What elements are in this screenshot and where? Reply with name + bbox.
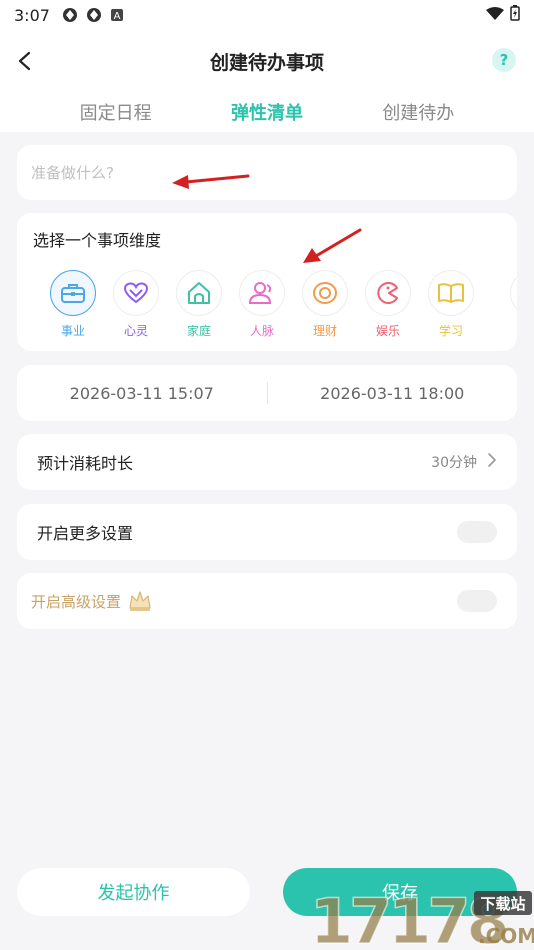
dimension-label: 娱乐	[375, 324, 400, 338]
dimension-title: 选择一个事项维度	[33, 231, 162, 250]
tab-flexible-list[interactable]: 弹性清单	[231, 99, 303, 125]
tab-bar: 固定日程 弹性清单 创建待办	[0, 92, 534, 132]
advanced-settings-row: 开启高级设置	[17, 573, 517, 629]
heart-icon	[113, 270, 159, 316]
app-notification-icon	[86, 7, 102, 23]
status-time: 3:07	[14, 5, 50, 25]
dimension-family[interactable]: 家庭	[176, 270, 222, 339]
more-settings-toggle[interactable]	[457, 521, 497, 543]
collaborate-button[interactable]: 发起协作	[17, 868, 250, 916]
time-range-card: 2026-03-11 15:07 2026-03-11 18:00	[17, 365, 517, 421]
page-title: 创建待办事项	[209, 51, 324, 74]
dimension-label: 学习	[438, 324, 463, 338]
crown-icon	[127, 589, 153, 613]
dimension-card: 选择一个事项维度 事业 心灵 家庭 人脉 理财 娱乐 学习	[17, 213, 517, 351]
book-icon	[428, 270, 474, 316]
duration-value: 30分钟	[431, 455, 477, 471]
dimension-label: 理财	[312, 324, 337, 338]
dimension-network[interactable]: 人脉	[239, 270, 285, 339]
task-input[interactable]	[31, 163, 503, 182]
help-icon[interactable]: ?	[492, 48, 516, 72]
svg-text:A: A	[114, 11, 121, 22]
status-bar: 3:07 A	[0, 0, 534, 30]
battery-icon	[510, 5, 520, 25]
watermark-logo: 17178 下载站 .COM	[308, 884, 534, 950]
briefcase-icon	[50, 270, 96, 316]
dimension-soul[interactable]: 心灵	[113, 270, 159, 339]
people-icon	[239, 270, 285, 316]
watermark-suffix: .COM	[478, 924, 534, 948]
dimension-label: 事业	[60, 324, 85, 338]
wifi-icon	[486, 6, 504, 25]
dimension-entertainment[interactable]: 娱乐	[365, 270, 411, 339]
dimension-label: 人脉	[249, 324, 274, 338]
header: 创建待办事项 ?	[0, 30, 534, 92]
task-input-card	[17, 145, 517, 200]
advanced-settings-toggle[interactable]	[457, 590, 497, 612]
advanced-settings-label: 开启高级设置	[31, 592, 122, 611]
chevron-right-icon	[487, 452, 497, 472]
duration-row[interactable]: 预计消耗时长 30分钟	[17, 434, 517, 490]
watermark-badge: 下载站	[480, 895, 525, 913]
more-settings-label: 开启更多设置	[37, 524, 134, 543]
dimension-finance[interactable]: 理财	[302, 270, 348, 339]
coin-icon	[302, 270, 348, 316]
end-time[interactable]: 2026-03-11 18:00	[268, 384, 518, 403]
more-settings-row: 开启更多设置	[17, 504, 517, 560]
app-notification-icon	[62, 7, 78, 23]
home-icon	[176, 270, 222, 316]
dimension-overflow-item[interactable]	[510, 270, 517, 316]
tab-fixed-schedule[interactable]: 固定日程	[80, 99, 152, 125]
font-notification-icon: A	[110, 8, 124, 22]
game-icon	[365, 270, 411, 316]
tab-create-todo[interactable]: 创建待办	[382, 99, 454, 125]
back-arrow-icon[interactable]	[14, 50, 36, 72]
dimension-list: 事业 心灵 家庭 人脉 理财 娱乐 学习	[50, 270, 474, 339]
duration-label: 预计消耗时长	[37, 454, 134, 473]
dimension-label: 心灵	[123, 324, 148, 338]
start-time[interactable]: 2026-03-11 15:07	[17, 384, 267, 403]
dimension-label: 家庭	[186, 324, 211, 338]
dimension-study[interactable]: 学习	[428, 270, 474, 339]
dimension-career[interactable]: 事业	[50, 270, 96, 339]
